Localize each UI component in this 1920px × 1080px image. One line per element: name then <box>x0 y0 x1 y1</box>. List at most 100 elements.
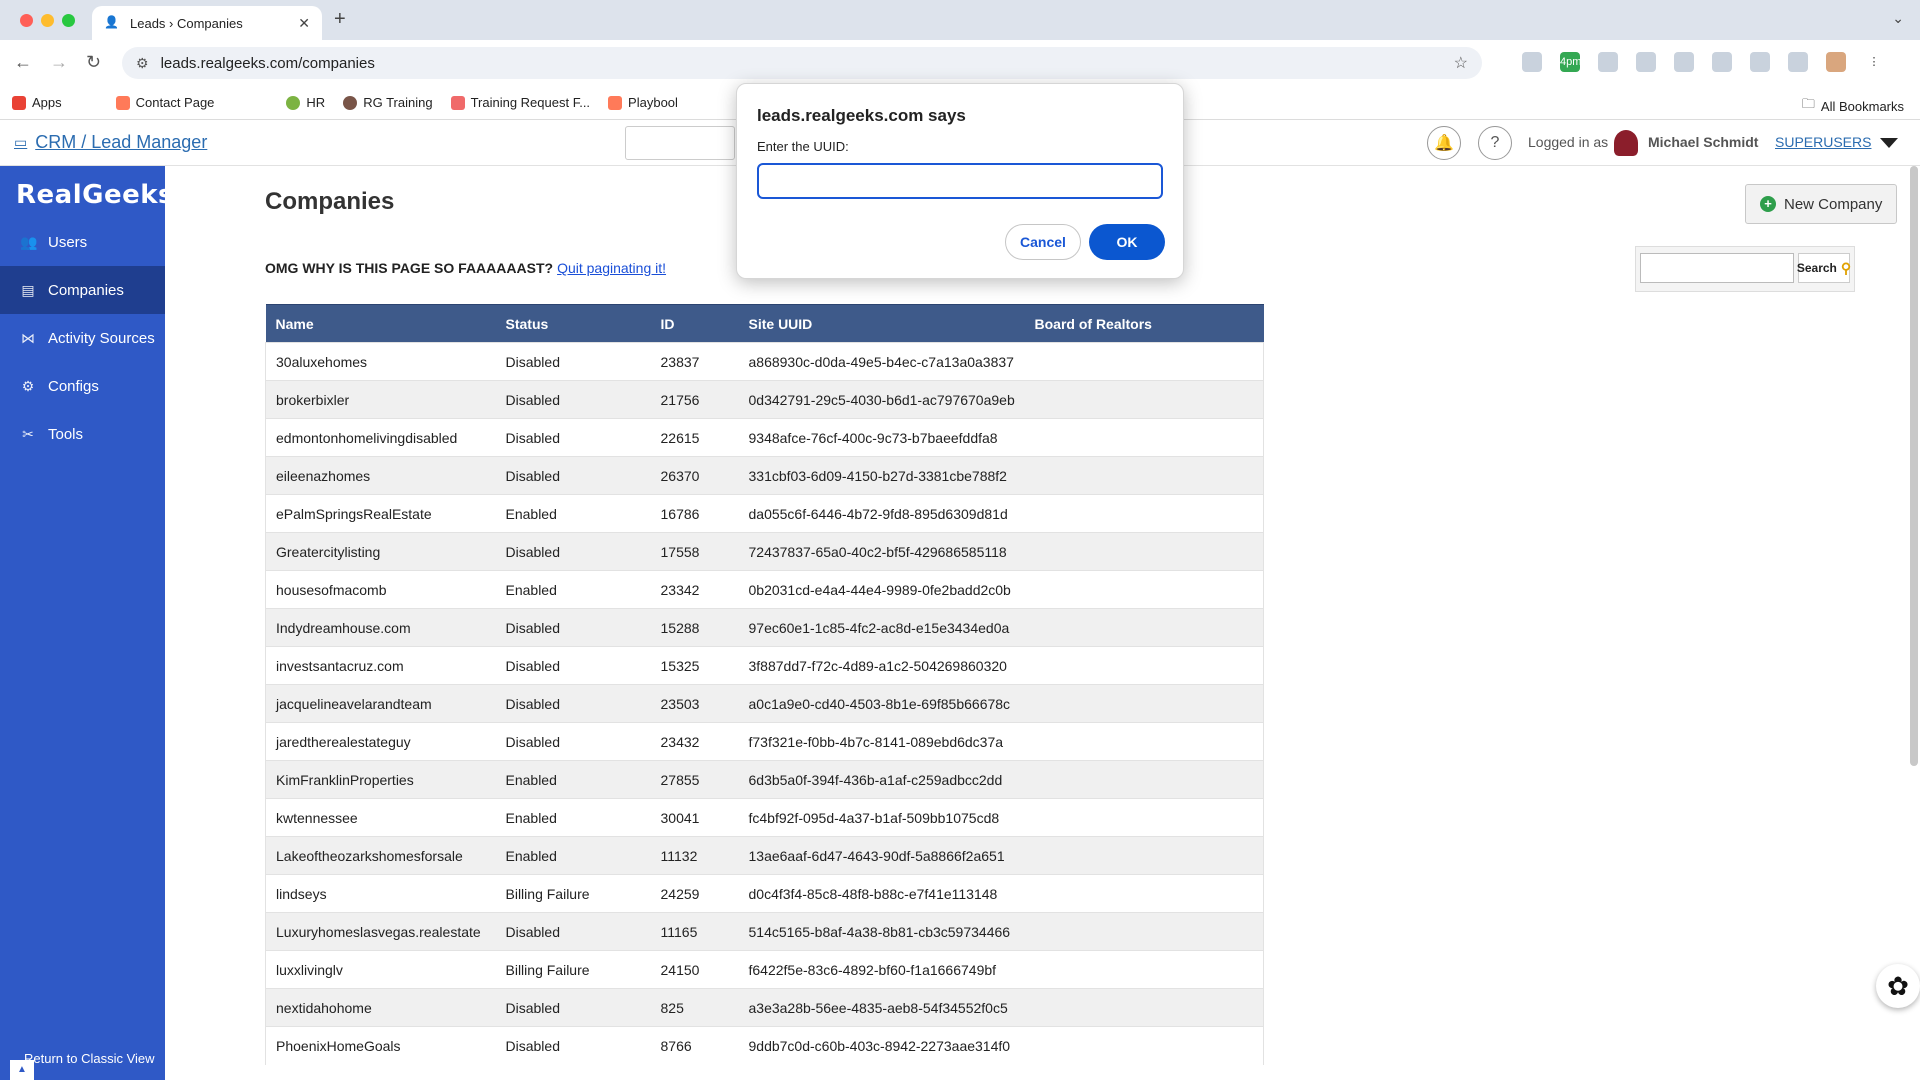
column-header-board-of-realtors[interactable]: Board of Realtors <box>1024 304 1264 343</box>
sidebar-item-configs[interactable]: ⚙ Configs <box>0 362 165 410</box>
column-header-id[interactable]: ID <box>650 304 739 343</box>
company-name-cell[interactable]: Lakeoftheozarkshomesforsale <box>265 836 496 875</box>
id-cell: 26370 <box>650 456 739 495</box>
download-icon[interactable] <box>1788 52 1808 72</box>
close-window-button[interactable] <box>20 14 33 27</box>
uuid-input[interactable] <box>757 163 1163 199</box>
table-row[interactable]: Lakeoftheozarkshomesforsale Enabled 11132 1… <box>265 836 1264 875</box>
extension-icon[interactable] <box>1522 52 1542 72</box>
table-row[interactable]: luxxlivinglv Billing Failure 24150 f6422f5e… <box>265 950 1264 989</box>
bookmark-hr[interactable]: HR <box>286 95 325 110</box>
back-icon[interactable]: ← <box>14 52 32 73</box>
table-row[interactable]: Indydreamhouse.com Disabled 15288 97ec60e1-… <box>265 608 1264 647</box>
menu-icon[interactable]: ⋮ <box>1864 52 1884 72</box>
new-tab-icon[interactable]: + <box>334 8 346 31</box>
puzzle-icon[interactable] <box>1674 52 1694 72</box>
table-row[interactable]: kwtennessee Enabled 30041 fc4bf92f-095d-4a3… <box>265 798 1264 837</box>
bookmark-training-request[interactable]: Training Request F... <box>450 95 590 110</box>
crm-home-link[interactable]: ▭ CRM / Lead Manager <box>14 132 207 153</box>
column-header-status[interactable]: Status <box>495 304 651 343</box>
link-extension-icon[interactable] <box>1598 52 1618 72</box>
company-name-cell[interactable]: luxxlivinglv <box>265 950 496 989</box>
page-scrollbar[interactable] <box>1910 166 1918 766</box>
bell-icon[interactable]: 🔔 <box>1427 126 1461 160</box>
table-row[interactable]: eileenazhomes Disabled 26370 331cbf03-6d09-… <box>265 456 1264 495</box>
column-header-site-uuid[interactable]: Site UUID <box>738 304 1025 343</box>
company-name-cell[interactable]: eileenazhomes <box>265 456 496 495</box>
tab-search-icon[interactable]: ⌄ <box>1892 10 1904 27</box>
site-uuid-cell: a868930c-d0da-49e5-b4ec-c7a13a0a3837 <box>738 342 1025 381</box>
table-row[interactable]: brokerbixler Disabled 21756 0d342791-29c5-4… <box>265 380 1264 419</box>
maximize-window-button[interactable] <box>62 14 75 27</box>
table-row[interactable]: jacquelineavelarandteam Disabled 23503 a0c1… <box>265 684 1264 723</box>
company-name-cell[interactable]: Luxuryhomeslasvegas.realestate <box>265 912 496 951</box>
board-cell <box>1024 988 1264 1027</box>
company-name-cell[interactable]: jaredtherealestateguy <box>265 722 496 761</box>
user-group-link[interactable]: SUPERUSERS <box>1775 134 1871 150</box>
chevron-up-icon[interactable]: ▲ <box>10 1060 34 1080</box>
sidebar-item-activity-sources[interactable]: ⋈ Activity Sources <box>0 314 165 362</box>
sidebar-item-companies[interactable]: ▤ Companies <box>0 266 165 314</box>
forward-icon[interactable]: → <box>50 52 68 73</box>
company-name-cell[interactable]: 30aluxehomes <box>265 342 496 381</box>
company-name-cell[interactable]: PhoenixHomeGoals <box>265 1026 496 1065</box>
table-row[interactable]: ePalmSpringsRealEstate Enabled 16786 da055c… <box>265 494 1264 533</box>
company-name-cell[interactable]: kwtennessee <box>265 798 496 837</box>
site-info-icon[interactable]: ⚙ <box>136 55 149 72</box>
chevron-down-icon[interactable] <box>1880 138 1898 148</box>
minimize-window-button[interactable] <box>41 14 54 27</box>
extension-icon[interactable] <box>1636 52 1656 72</box>
ok-button[interactable]: OK <box>1089 224 1165 260</box>
company-name-cell[interactable]: housesofmacomb <box>265 570 496 609</box>
company-name-cell[interactable]: ePalmSpringsRealEstate <box>265 494 496 533</box>
table-row[interactable]: jaredtherealestateguy Disabled 23432 f73f32… <box>265 722 1264 761</box>
table-row[interactable]: Greatercitylisting Disabled 17558 72437837-… <box>265 532 1264 571</box>
reload-icon[interactable]: ↻ <box>86 52 101 73</box>
company-name-cell[interactable]: KimFranklinProperties <box>265 760 496 799</box>
help-icon[interactable]: ? <box>1478 126 1512 160</box>
browser-tab[interactable]: 👤 Leads › Companies ✕ <box>92 6 322 40</box>
column-header-name[interactable]: Name <box>265 304 496 343</box>
company-search-input[interactable] <box>1640 253 1794 283</box>
table-row[interactable]: investsantacruz.com Disabled 15325 3f887dd7… <box>265 646 1264 685</box>
bookmark-contact-page[interactable]: Contact Page <box>115 95 214 110</box>
all-bookmarks[interactable]: 🗀 All Bookmarks <box>1802 95 1904 117</box>
company-name-cell[interactable]: brokerbixler <box>265 380 496 419</box>
table-row[interactable]: KimFranklinProperties Enabled 27855 6d3b5a0… <box>265 760 1264 799</box>
bookmark-playbook[interactable]: Playbool <box>608 95 678 110</box>
table-row[interactable]: nextidahohome Disabled 825 a3e3a28b-56ee-48… <box>265 988 1264 1027</box>
address-bar[interactable]: ⚙ leads.realgeeks.com/companies ☆ <box>122 47 1482 79</box>
company-name-cell[interactable]: jacquelineavelarandteam <box>265 684 496 723</box>
calendar-extension-icon[interactable]: 4pm <box>1560 52 1581 72</box>
user-name[interactable]: Michael Schmidt <box>1648 134 1758 150</box>
bookmark-apps[interactable]: Apps <box>12 95 62 110</box>
company-name-cell[interactable]: edmontonhomelivingdisabled <box>265 418 496 457</box>
profile-avatar[interactable] <box>1826 52 1846 72</box>
company-name-cell[interactable]: Indydreamhouse.com <box>265 608 496 647</box>
company-name-cell[interactable]: lindseys <box>265 874 496 913</box>
quit-paginating-link[interactable]: Quit paginating it! <box>557 260 666 276</box>
bookmark-rg-training[interactable]: RG Training <box>343 95 433 110</box>
cancel-button[interactable]: Cancel <box>1005 224 1081 260</box>
company-name-cell[interactable]: nextidahohome <box>265 988 496 1027</box>
table-row[interactable]: PhoenixHomeGoals Disabled 8766 9ddb7c0d-c60… <box>265 1026 1264 1065</box>
table-row[interactable]: housesofmacomb Enabled 23342 0b2031cd-e4a4-… <box>265 570 1264 609</box>
return-classic-view-link[interactable]: Return to Classic View <box>24 1051 155 1066</box>
global-search-input[interactable] <box>625 126 735 160</box>
table-row[interactable]: 30aluxehomes Disabled 23837 a868930c-d0da-4… <box>265 342 1264 381</box>
new-company-button[interactable]: + New Company <box>1745 184 1898 224</box>
company-name-cell[interactable]: investsantacruz.com <box>265 646 496 685</box>
company-name-cell[interactable]: Greatercitylisting <box>265 532 496 571</box>
search-button[interactable]: Search ⚲ <box>1797 253 1851 283</box>
table-row[interactable]: edmontonhomelivingdisabled Disabled 22615 9… <box>265 418 1264 457</box>
sidebar-item-users[interactable]: 👥 Users <box>0 218 165 266</box>
table-row[interactable]: lindseys Billing Failure 24259 d0c4f3f4-85c… <box>265 874 1264 913</box>
bookmark-star-icon[interactable]: ☆ <box>1454 53 1468 73</box>
close-tab-icon[interactable]: ✕ <box>298 15 310 32</box>
table-row[interactable]: Luxuryhomeslasvegas.realestate Disabled 11… <box>265 912 1264 951</box>
sidebar-item-tools[interactable]: ✂ Tools <box>0 410 165 458</box>
reading-list-icon[interactable] <box>1750 52 1770 72</box>
assistant-icon[interactable]: ✿ <box>1876 964 1920 1008</box>
board-cell <box>1024 912 1264 951</box>
extension-icon[interactable] <box>1712 52 1732 72</box>
